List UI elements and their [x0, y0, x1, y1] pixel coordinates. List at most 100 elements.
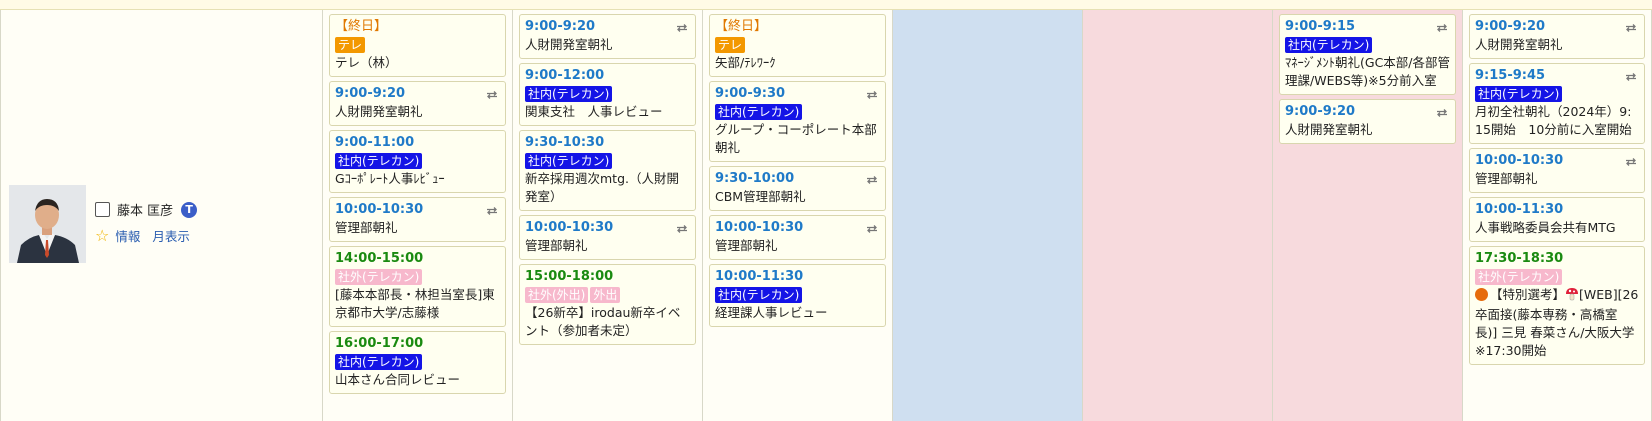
event-card[interactable]: 9:15-9:45 社内(テレカン) 月初全社朝礼（2024年）9:15開始 10分… — [1469, 63, 1645, 144]
event-card[interactable]: 9:00-9:30 社内(テレカン) グループ・コーポレート本部 朝礼 — [709, 81, 890, 162]
event-title: 人財開発室朝礼 — [1475, 37, 1563, 52]
event-card[interactable]: 10:00-10:30 管理部朝礼 — [709, 215, 886, 260]
repeat-icon — [1624, 70, 1638, 82]
repeat-icon — [1624, 155, 1638, 167]
header-strip — [0, 0, 1652, 10]
repeat-icon — [675, 21, 689, 33]
event-time: 9:00-9:30 — [715, 86, 786, 101]
event-time: 9:00-9:15 — [1285, 19, 1356, 34]
event-card[interactable]: 14:00-15:00 社外(テレカン) [藤本本部長・林担当室長]東京都市大学/志… — [329, 246, 506, 327]
repeat-icon — [675, 222, 689, 234]
event-card[interactable]: 【終日】テレ 矢部/ﾃﾚﾜｰｸ — [709, 14, 886, 77]
event-time: 10:00-10:30 — [335, 202, 424, 217]
day-column-4-saturday[interactable] — [892, 10, 1082, 421]
event-card[interactable]: 9:00-9:20 人財開発室朝礼 — [329, 81, 506, 126]
event-title: 人財開発室朝礼 — [525, 37, 613, 52]
repeat-icon — [1435, 21, 1449, 33]
event-time: 10:00-10:30 — [525, 220, 614, 235]
event-title-prefix: 【特別選考】 — [1490, 287, 1566, 302]
event-time: 【終日】 — [715, 19, 768, 34]
event-card[interactable]: 16:00-17:00 社内(テレカン) 山本さん合同レビュー — [329, 331, 506, 394]
telework-badge-icon: T — [181, 201, 198, 218]
event-title: 矢部/ﾃﾚﾜｰｸ — [715, 55, 776, 70]
event-tag: 社内(テレカン) — [525, 86, 613, 102]
event-title: グループ・コーポレート本部 朝礼 — [715, 122, 890, 155]
orange-circle-icon — [1475, 288, 1488, 301]
event-title: CBM管理部朝礼 — [715, 189, 806, 204]
member-name: 藤本 匡彦 — [117, 204, 174, 219]
event-card[interactable]: 9:00-12:00 社内(テレカン) 関東支社 人事レビュー — [519, 63, 696, 126]
repeat-icon — [1435, 106, 1449, 118]
member-card: 藤本 匡彦 T ☆ 情報 月表示 — [9, 185, 309, 265]
event-time: 9:00-9:20 — [1475, 19, 1546, 34]
member-checkbox[interactable] — [95, 202, 110, 217]
day-column-5-holiday[interactable] — [1082, 10, 1272, 421]
event-card[interactable]: 9:30-10:30 社内(テレカン) 新卒採用週次mtg.（人財開発室） — [519, 130, 696, 211]
event-tag: 社内(テレカン) — [1285, 37, 1373, 53]
event-card[interactable]: 9:00-9:15 社内(テレカン) ﾏﾈｰｼﾞﾒﾝﾄ朝礼(GC本部/各部管理課/W… — [1279, 14, 1456, 95]
event-card[interactable]: 10:00-10:30 管理部朝礼 — [519, 215, 696, 260]
event-time: 9:00-9:20 — [525, 19, 596, 34]
event-card[interactable]: 10:00-10:30 管理部朝礼 — [1469, 148, 1645, 193]
day-column-3[interactable]: 【終日】 テレ 矢部/ﾃﾚﾜｰｸ 9:00-9:30 社内(テレカン) グループ・コーポレ… — [702, 10, 892, 421]
event-tag: 外出 — [590, 287, 621, 303]
event-card[interactable]: 【終日】 テレ テレ（林） — [329, 14, 506, 77]
event-card[interactable]: 9:00-9:20 人財開発室朝礼 — [1469, 14, 1645, 59]
event-time: 9:00-11:00 — [335, 135, 415, 150]
event-tags: テレ — [715, 36, 880, 54]
event-title: 月初全社朝礼（2024年）9:15開始 10分前に入室開始 — [1475, 104, 1632, 137]
event-time: 9:15-9:45 — [1475, 68, 1546, 83]
event-tag: 社内(テレカン) — [525, 153, 613, 169]
avatar[interactable] — [9, 185, 86, 263]
event-time: 16:00-17:00 — [335, 336, 424, 351]
event-title: Gｺｰﾎﾟﾚｰﾄ人事ﾚﾋﾞｭｰ — [335, 171, 445, 186]
event-tags: 社内(テレカン) — [335, 353, 500, 371]
event-tags: 社外(外出) 外出 — [525, 286, 690, 304]
star-icon[interactable]: ☆ — [95, 227, 109, 244]
event-tag: テレ — [335, 37, 366, 53]
event-time: 9:00-12:00 — [525, 68, 605, 83]
event-time: 10:00-11:30 — [715, 269, 804, 284]
event-time: 9:30-10:00 — [715, 171, 795, 186]
event-tags: 社内(テレカン) — [1475, 85, 1639, 103]
member-links: ☆ 情報 月表示 — [95, 226, 202, 245]
event-card[interactable]: 15:00-18:00 社外(外出) 外出 【26新卒】irodau新卒イベント（参加… — [519, 264, 696, 345]
event-title: 人財開発室朝礼 — [335, 104, 423, 119]
event-title: テレ（林） — [335, 55, 398, 70]
event-tags: 社内(テレカン) — [525, 85, 690, 103]
event-tags: 社内(テレカン) — [715, 103, 880, 121]
event-tags: 社外(テレカン) — [335, 268, 500, 286]
event-card[interactable]: 9:00-9:20 人財開発室朝礼 — [519, 14, 696, 59]
event-tag: 社内(テレカン) — [335, 354, 423, 370]
event-title: 【特別選考】 [WEB][26卒面接(藤本専務・高橋室長)] 三見 春菜さん/大阪… — [1475, 286, 1647, 360]
event-title: 人財開発室朝礼 — [1285, 122, 1373, 137]
event-title: 山本さん合同レビュー — [335, 372, 461, 387]
info-link[interactable]: 情報 — [115, 226, 140, 245]
repeat-icon — [1624, 21, 1638, 33]
event-tag: 社内(テレカン) — [335, 153, 423, 169]
day-column-7[interactable]: 9:00-9:20 人財開発室朝礼 9:15-9:45 社内(テレカン) 月初全社朝礼（… — [1462, 10, 1652, 421]
member-column: 藤本 匡彦 T ☆ 情報 月表示 — [0, 10, 322, 421]
day-column-6-holiday[interactable]: 9:00-9:15 社内(テレカン) ﾏﾈｰｼﾞﾒﾝﾄ朝礼(GC本部/各部管理課/W… — [1272, 10, 1462, 421]
event-time: 10:00-10:30 — [1475, 153, 1564, 168]
event-card[interactable]: 17:30-18:30 社外(テレカン) 【特別選考】 [WEB][26卒面接(藤本専… — [1469, 246, 1647, 365]
event-title: 管理部朝礼 — [1475, 171, 1538, 186]
event-tag: 社内(テレカン) — [715, 287, 803, 303]
event-card[interactable]: 9:00-9:20 人財開発室朝礼 — [1279, 99, 1456, 144]
event-title: 管理部朝礼 — [715, 238, 778, 253]
repeat-icon — [865, 222, 879, 234]
event-time: 9:00-9:20 — [335, 86, 406, 101]
event-title: 管理部朝礼 — [335, 220, 398, 235]
day-column-2[interactable]: 9:00-9:20 人財開発室朝礼 9:00-12:00 社内(テレカン) 関東支社 人… — [512, 10, 702, 421]
event-title: ﾏﾈｰｼﾞﾒﾝﾄ朝礼(GC本部/各部管理課/WEBS等)※5分前入室 — [1285, 55, 1451, 88]
event-time: 10:00-11:30 — [1475, 202, 1564, 217]
event-card[interactable]: 9:30-10:00 CBM管理部朝礼 — [709, 166, 886, 211]
event-card[interactable]: 9:00-11:00 社内(テレカン) Gｺｰﾎﾟﾚｰﾄ人事ﾚﾋﾞｭｰ — [329, 130, 506, 193]
month-view-link[interactable]: 月表示 — [152, 226, 190, 245]
event-card[interactable]: 10:00-10:30 管理部朝礼 — [329, 197, 506, 242]
event-title: 管理部朝礼 — [525, 238, 588, 253]
event-card[interactable]: 10:00-11:30 社内(テレカン) 経理課人事レビュー — [709, 264, 886, 327]
day-column-1[interactable]: 【終日】 テレ テレ（林） 9:00-9:20 人財開発室朝礼 9:00-11:00 社内(… — [322, 10, 512, 421]
event-card[interactable]: 10:00-11:30 人事戦略委員会共有MTG — [1469, 197, 1645, 242]
event-time: 14:00-15:00 — [335, 251, 424, 266]
